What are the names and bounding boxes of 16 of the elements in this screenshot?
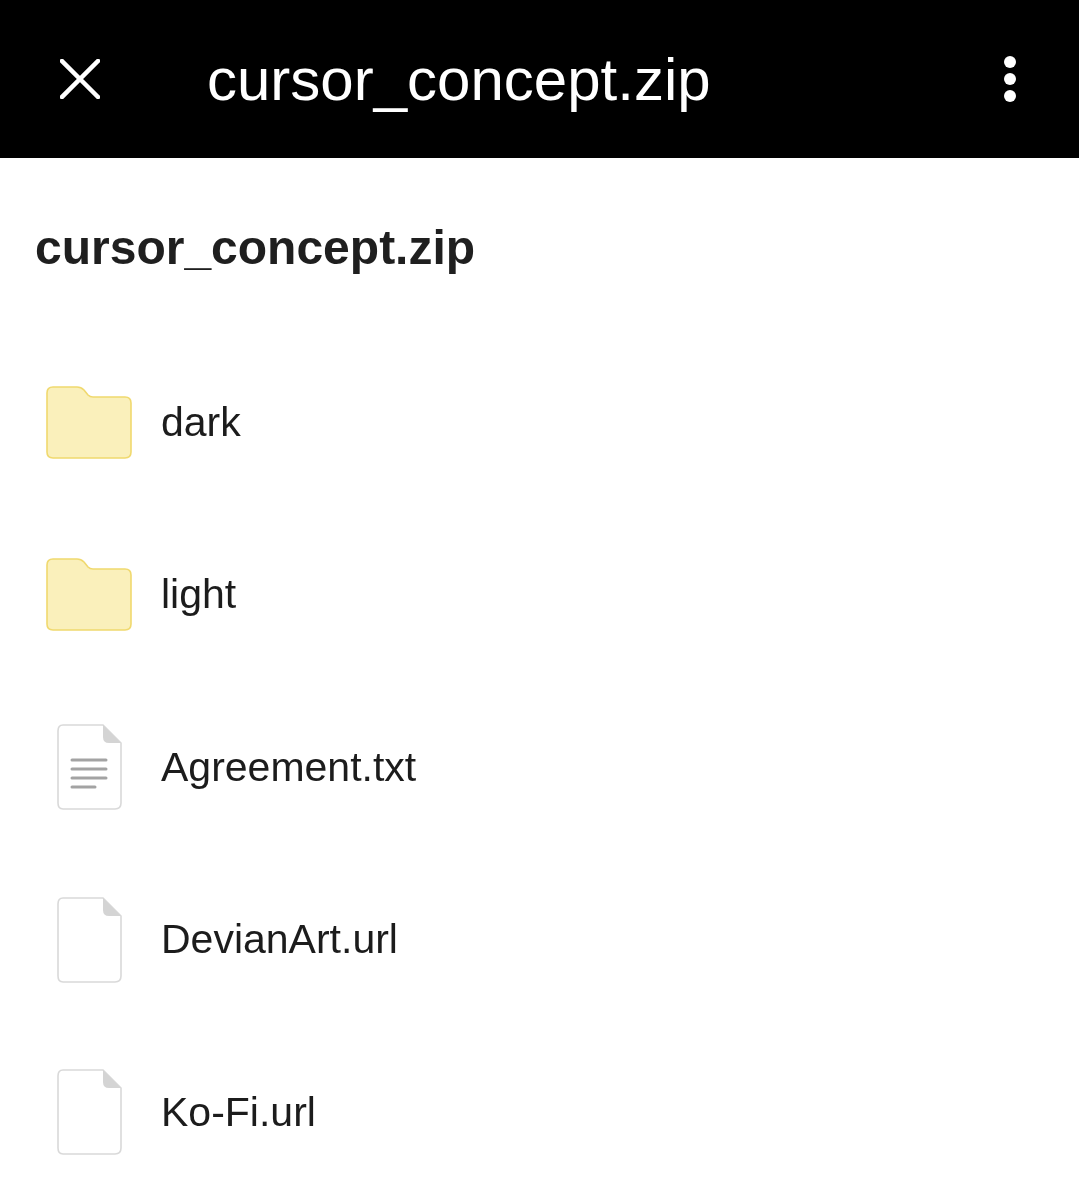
folder-icon [46,558,132,632]
more-options-icon [1003,56,1017,102]
folder-icon [46,385,132,459]
text-document-icon [56,724,122,811]
more-options-button[interactable] [1003,56,1017,102]
file-name[interactable]: Agreement.txt [161,742,417,792]
document-icon [56,1069,122,1156]
archive-heading: cursor_concept.zip [34,219,477,276]
file-name[interactable]: DevianArt.url [161,915,398,965]
app-bar-title: cursor_concept.zip [207,44,712,114]
folder-name[interactable]: dark [161,397,241,447]
close-icon [60,59,100,99]
file-name[interactable]: Ko-Fi.url [161,1087,316,1137]
folder-name[interactable]: light [161,570,237,620]
document-icon [56,896,122,983]
close-button[interactable] [60,59,100,99]
